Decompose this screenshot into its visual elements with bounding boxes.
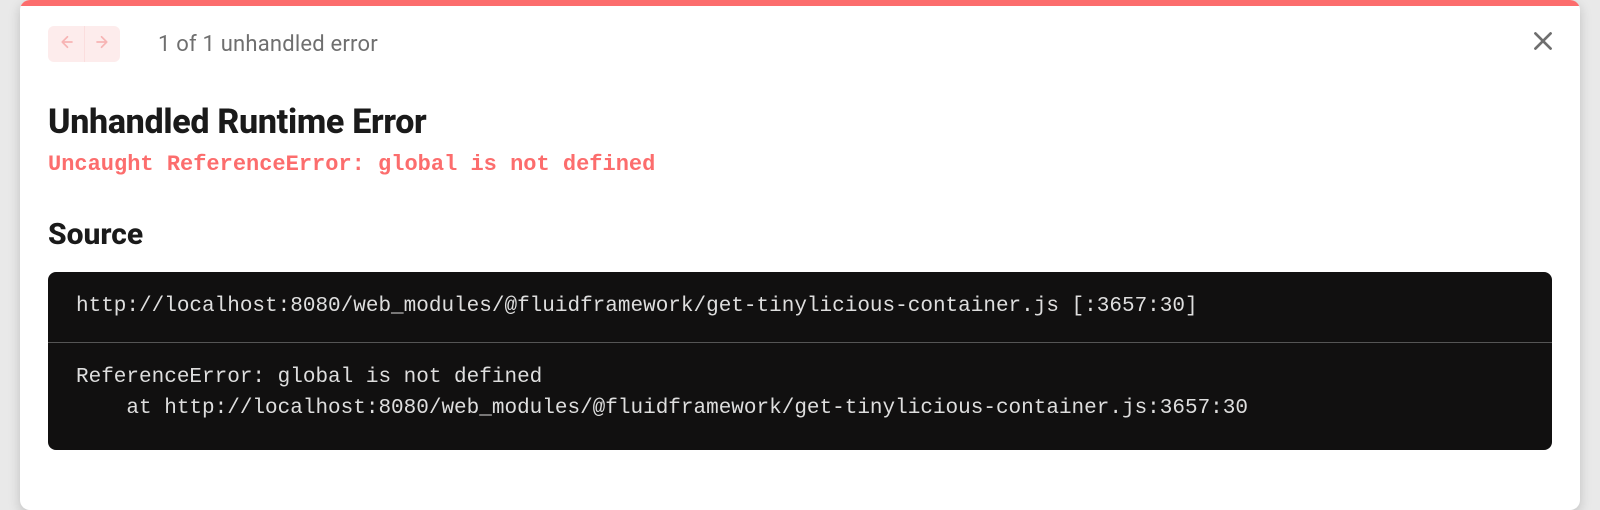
error-message: Uncaught ReferenceError: global is not d…: [48, 152, 1552, 177]
arrow-right-icon: [94, 33, 112, 55]
close-icon: [1530, 28, 1556, 58]
source-heading: Source: [48, 217, 1552, 252]
stack-trace-row: ReferenceError: global is not defined at…: [48, 343, 1552, 450]
source-location-row: http://localhost:8080/web_modules/@fluid…: [48, 272, 1552, 343]
prev-error-button[interactable]: [48, 26, 84, 62]
source-code-block: http://localhost:8080/web_modules/@fluid…: [48, 272, 1552, 450]
source-location: http://localhost:8080/web_modules/@fluid…: [76, 292, 1524, 322]
error-title: Unhandled Runtime Error: [48, 102, 1552, 142]
error-counter: 1 of 1 unhandled error: [158, 32, 378, 57]
error-nav-buttons: [48, 26, 120, 62]
stack-trace: ReferenceError: global is not defined at…: [76, 363, 1524, 424]
error-topbar: 1 of 1 unhandled error: [48, 26, 1552, 62]
error-overlay-card: 1 of 1 unhandled error Unhandled Runtime…: [20, 0, 1580, 510]
arrow-left-icon: [57, 33, 75, 55]
close-button[interactable]: [1528, 28, 1558, 58]
next-error-button[interactable]: [84, 26, 120, 62]
error-overlay-inner: 1 of 1 unhandled error Unhandled Runtime…: [20, 6, 1580, 478]
